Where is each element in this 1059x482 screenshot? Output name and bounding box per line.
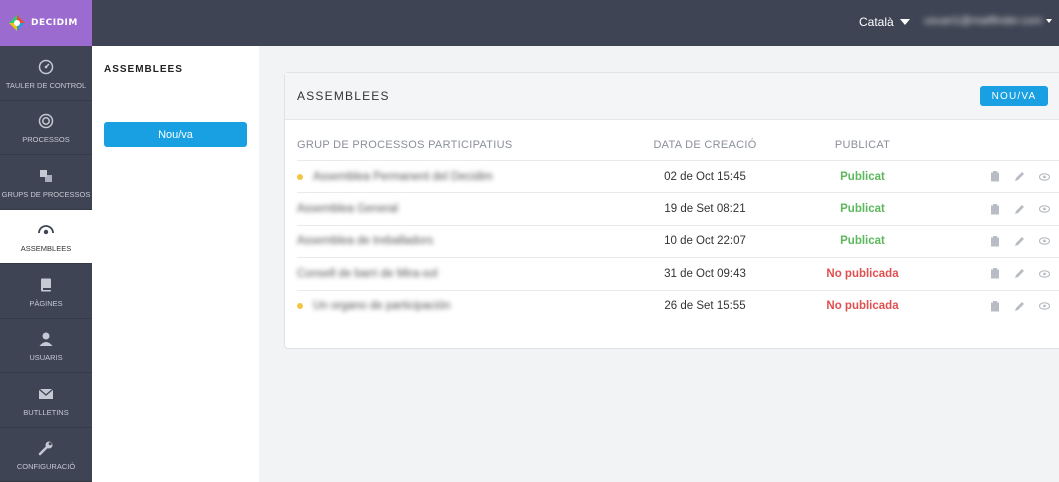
language-label: Català bbox=[859, 15, 894, 29]
column-header-date[interactable]: DATA DE CREACIÓ bbox=[625, 139, 785, 151]
clipboard-icon[interactable] bbox=[989, 203, 1000, 215]
user-icon bbox=[35, 328, 57, 350]
assembly-name-link[interactable]: Assemblea General bbox=[297, 203, 398, 215]
user-menu[interactable]: usuari1@mailfinder.com bbox=[924, 15, 1053, 27]
published-status: No publicada bbox=[826, 267, 899, 280]
layers-icon bbox=[35, 165, 57, 187]
sidebar-item-assemblies[interactable]: ASSEMBLEES bbox=[0, 209, 92, 264]
target-icon bbox=[35, 110, 57, 132]
creation-date: 26 de Set 15:55 bbox=[664, 300, 746, 313]
sidebar-item-dashboard[interactable]: TAULER DE CONTROL bbox=[0, 46, 92, 101]
sidebar-item-label: CONFIGURACIÓ bbox=[16, 462, 76, 472]
row-actions bbox=[940, 203, 1059, 215]
secondary-nav: ASSEMBLEES Nou/va bbox=[92, 46, 259, 482]
table-row: Assemblea de treballadors 10 de Oct 22:0… bbox=[297, 224, 1059, 257]
assembly-name-cell: Un organo de participación bbox=[297, 300, 625, 312]
language-selector[interactable]: Català bbox=[859, 15, 910, 29]
table-row: Assemblea Permanent del Decidim 02 de Oc… bbox=[297, 160, 1059, 192]
eye-icon[interactable] bbox=[1039, 204, 1050, 215]
card-header: ASSEMBLEES NOU/VA bbox=[285, 73, 1059, 120]
creation-date: 31 de Oct 09:43 bbox=[664, 267, 746, 280]
promoted-dot-icon bbox=[297, 303, 303, 310]
decidim-logo[interactable]: DECIDIM bbox=[0, 0, 92, 46]
column-header-name[interactable]: GRUP DE PROCESSOS PARTICIPATIUS bbox=[297, 139, 625, 151]
pencil-icon[interactable] bbox=[1014, 236, 1025, 247]
sidebar-item-processes[interactable]: PROCESSOS bbox=[0, 101, 92, 155]
published-status: Publicat bbox=[840, 203, 885, 216]
row-actions bbox=[940, 171, 1059, 182]
assemblies-table: GRUP DE PROCESSOS PARTICIPATIUS DATA DE … bbox=[297, 130, 1059, 322]
creation-date: 10 de Oct 22:07 bbox=[664, 235, 746, 248]
decidim-logo-icon bbox=[9, 15, 25, 31]
row-actions bbox=[940, 300, 1059, 312]
row-actions bbox=[940, 268, 1059, 279]
table-row: Assemblea General 19 de Set 08:21 Public… bbox=[297, 192, 1059, 224]
chevron-down-icon bbox=[899, 19, 910, 25]
sidebar-item-label: ASSEMBLEES bbox=[20, 244, 72, 254]
card-title: ASSEMBLEES bbox=[297, 89, 390, 103]
assembly-name-link[interactable]: Assemblea Permanent del Decidim bbox=[313, 171, 493, 183]
pencil-icon[interactable] bbox=[1014, 171, 1025, 182]
sidebar-item-label: TAULER DE CONTROL bbox=[5, 80, 87, 90]
published-status: No publicada bbox=[826, 300, 899, 313]
assemblies-icon bbox=[35, 219, 57, 241]
creation-date: 02 de Oct 15:45 bbox=[664, 170, 746, 183]
assembly-name-link[interactable]: Assemblea de treballadors bbox=[297, 235, 433, 247]
assembly-name-cell: Assemblea de treballadors bbox=[297, 235, 625, 247]
clipboard-icon[interactable] bbox=[989, 300, 1000, 312]
sidebar-item-users[interactable]: USUARIS bbox=[0, 319, 92, 373]
assembly-name-cell: Assemblea Permanent del Decidim bbox=[297, 171, 625, 183]
assemblies-card: ASSEMBLEES NOU/VA GRUP DE PROCESSOS PART… bbox=[284, 72, 1059, 349]
creation-date: 19 de Set 08:21 bbox=[664, 203, 746, 216]
published-status: Publicat bbox=[840, 170, 885, 183]
eye-icon[interactable] bbox=[1039, 236, 1050, 247]
clipboard-icon[interactable] bbox=[989, 268, 1000, 279]
row-actions bbox=[940, 235, 1059, 247]
sidebar-item-label: PÀGINES bbox=[29, 298, 63, 308]
sidebar-item-label: PROCESSOS bbox=[22, 135, 70, 145]
new-assembly-button[interactable]: Nou/va bbox=[104, 122, 247, 147]
assembly-name-link[interactable]: Consell de barri de Mira-sol bbox=[297, 268, 438, 280]
sidebar-item-process-groups[interactable]: GRUPS DE PROCESSOS bbox=[0, 155, 92, 210]
clipboard-icon[interactable] bbox=[989, 235, 1000, 247]
published-status: Publicat bbox=[840, 235, 885, 248]
sidebar-item-label: BUTLLETINS bbox=[23, 407, 69, 417]
envelope-icon bbox=[35, 383, 57, 405]
wrench-icon bbox=[35, 437, 57, 459]
dashboard-icon bbox=[35, 56, 57, 78]
clipboard-icon[interactable] bbox=[989, 171, 1000, 182]
pencil-icon[interactable] bbox=[1014, 204, 1025, 215]
assembly-name-cell: Consell de barri de Mira-sol bbox=[297, 268, 625, 280]
user-email: usuari1@mailfinder.com bbox=[924, 15, 1043, 27]
sidebar-item-label: USUARIS bbox=[29, 353, 63, 363]
sidebar-item-pages[interactable]: PÀGINES bbox=[0, 264, 92, 319]
main-sidebar: TAULER DE CONTROL PROCESSOS GRUPS DE PRO… bbox=[0, 46, 92, 482]
new-assembly-header-button[interactable]: NOU/VA bbox=[980, 86, 1048, 106]
book-icon bbox=[35, 274, 57, 296]
table-row: Un organo de participación 26 de Set 15:… bbox=[297, 289, 1059, 322]
table-header: GRUP DE PROCESSOS PARTICIPATIUS DATA DE … bbox=[297, 130, 1059, 160]
assembly-name-link[interactable]: Un organo de participación bbox=[313, 300, 450, 312]
pencil-icon[interactable] bbox=[1014, 268, 1025, 279]
pencil-icon[interactable] bbox=[1014, 301, 1025, 312]
sidebar-item-newsletters[interactable]: BUTLLETINS bbox=[0, 373, 92, 428]
table-row: Consell de barri de Mira-sol 31 de Oct 0… bbox=[297, 257, 1059, 289]
chevron-down-icon bbox=[1046, 19, 1053, 23]
eye-icon[interactable] bbox=[1039, 171, 1050, 182]
column-header-published[interactable]: PUBLICAT bbox=[785, 139, 940, 151]
eye-icon[interactable] bbox=[1039, 301, 1050, 312]
sidebar-item-label: GRUPS DE PROCESSOS bbox=[1, 189, 91, 199]
secondary-nav-title: ASSEMBLEES bbox=[104, 64, 183, 75]
top-bar: DECIDIM Català usuari1@mailfinder.com bbox=[0, 0, 1059, 46]
assembly-name-cell: Assemblea General bbox=[297, 203, 625, 215]
logo-text: DECIDIM bbox=[31, 18, 78, 28]
promoted-dot-icon bbox=[297, 173, 303, 180]
sidebar-item-settings[interactable]: CONFIGURACIÓ bbox=[0, 428, 92, 482]
eye-icon[interactable] bbox=[1039, 268, 1050, 279]
